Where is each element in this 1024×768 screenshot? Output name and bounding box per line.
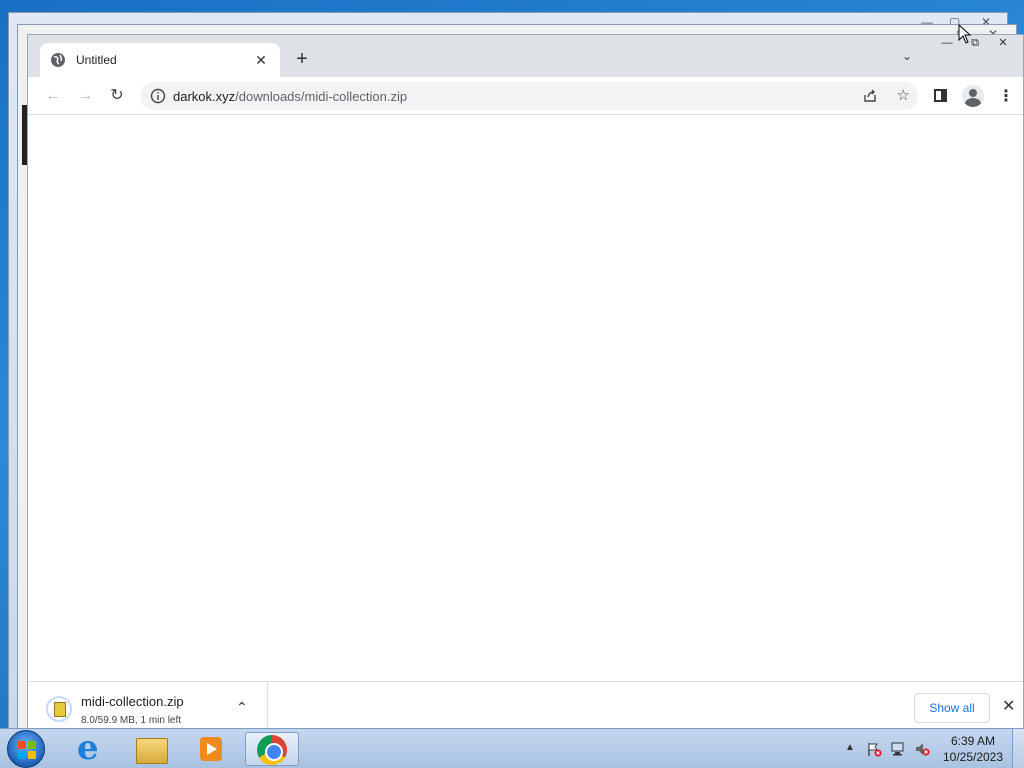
url-text: darkok.xyz/downloads/midi-collection.zip [173, 89, 407, 104]
chevron-up-icon[interactable]: ⌃ [236, 699, 248, 716]
browser-menu-icon[interactable]: ⋮ [998, 86, 1014, 106]
tab-close-icon[interactable]: ✕ [252, 52, 270, 69]
url-path: /downloads/midi-collection.zip [235, 89, 408, 104]
site-info-icon[interactable] [150, 88, 166, 104]
action-center-flag-icon[interactable] [866, 741, 882, 757]
chrome-window: Untitled ✕ + ⌄ — ⧉ ✕ ← → ↻ darkok.xyz/do… [27, 34, 1024, 730]
system-clock[interactable]: 6:39 AM 10/25/2023 [940, 733, 1006, 765]
browser-toolbar: ← → ↻ darkok.xyz/downloads/midi-collecti… [28, 77, 1023, 115]
show-hidden-icons-icon[interactable]: ▲ [845, 742, 855, 753]
new-tab-button[interactable]: + [290, 48, 314, 71]
chrome-icon[interactable] [245, 732, 299, 766]
zip-file-icon [46, 696, 72, 722]
tab-title: Untitled [76, 53, 117, 67]
clock-time: 6:39 AM [950, 734, 996, 748]
download-item[interactable]: midi-collection.zip 8.0/59.9 MB, 1 min l… [28, 682, 268, 730]
tab-untitled[interactable]: Untitled ✕ [40, 43, 280, 77]
url-host: darkok.xyz [173, 89, 236, 104]
show-all-button[interactable]: Show all [914, 693, 990, 723]
address-bar[interactable]: darkok.xyz/downloads/midi-collection.zip… [140, 82, 918, 110]
window-controls: — ⧉ ✕ [933, 35, 1017, 53]
profile-avatar-icon[interactable] [962, 85, 984, 107]
back-button[interactable]: ← [43, 86, 63, 106]
download-status: 8.0/59.9 MB, 1 min left [81, 715, 182, 726]
clock-date: 10/25/2023 [942, 750, 1004, 764]
share-icon[interactable] [862, 88, 878, 104]
close-window-button[interactable]: ✕ [989, 35, 1017, 51]
download-filename: midi-collection.zip [81, 694, 184, 709]
tab-strip: Untitled ✕ + ⌄ — ⧉ ✕ [28, 35, 1023, 77]
tab-search-chevron-icon[interactable]: ⌄ [902, 49, 912, 63]
globe-icon [51, 53, 65, 67]
bookmark-star-icon[interactable]: ☆ [897, 86, 910, 104]
forward-button[interactable]: → [75, 86, 95, 106]
download-shelf: midi-collection.zip 8.0/59.9 MB, 1 min l… [28, 681, 1023, 730]
volume-muted-icon[interactable] [914, 741, 930, 757]
media-player-icon[interactable] [184, 732, 238, 766]
page-content [28, 115, 1023, 681]
reload-button[interactable]: ↻ [107, 86, 127, 106]
mouse-cursor-icon [958, 24, 972, 44]
side-panel-icon[interactable] [934, 89, 947, 102]
internet-explorer-icon[interactable] [63, 728, 117, 768]
taskbar: ▲ 6:39 AM 10/25/2023 [0, 728, 1024, 768]
file-explorer-icon[interactable] [124, 732, 178, 766]
minimize-button[interactable]: — [933, 35, 961, 51]
network-icon[interactable] [890, 741, 906, 757]
close-download-bar-icon[interactable]: ✕ [1002, 696, 1015, 716]
start-button[interactable] [7, 730, 45, 768]
show-desktop-button[interactable] [1012, 729, 1024, 768]
